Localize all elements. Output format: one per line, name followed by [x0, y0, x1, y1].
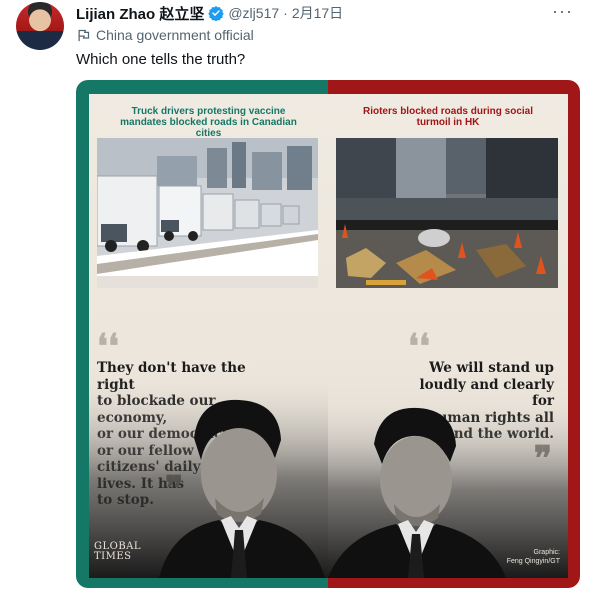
tweet-text: Which one tells the truth? [76, 51, 246, 68]
truck-convoy-photo [97, 138, 318, 288]
graphic-credit: Graphic: Feng Qingyin/GT [507, 548, 560, 566]
credit-line-1: Graphic: [533, 549, 560, 556]
left-open-quote-icon: ❛❛ [97, 327, 119, 367]
author-name[interactable]: Lijian Zhao 赵立坚 [76, 3, 204, 24]
left-panel-content: Truck drivers protesting vaccine mandate… [89, 94, 328, 578]
global-times-logo: GLOBAL TIMES [94, 541, 142, 562]
avatar[interactable] [16, 2, 64, 50]
author-handle[interactable]: @zlj517 [228, 5, 279, 21]
credit-line-2: Feng Qingyin/GT [506, 558, 560, 565]
account-label-text: China government official [96, 27, 254, 43]
tweet-media-image[interactable]: Truck drivers protesting vaccine mandate… [76, 80, 580, 588]
verified-badge-icon [208, 6, 225, 21]
more-options-icon[interactable]: ··· [552, 1, 573, 22]
right-caption: Rioters blocked roads during social turm… [362, 106, 534, 128]
right-quote-line: We will stand up [429, 360, 554, 376]
separator-dot: · [283, 5, 288, 21]
hk-street-photo [336, 138, 558, 288]
government-label[interactable]: China government official [76, 26, 254, 44]
tweet-header: Lijian Zhao 赵立坚 @zlj517 · 2月17日 ··· [76, 1, 573, 24]
left-caption: Truck drivers protesting vaccine mandate… [120, 106, 297, 139]
flag-icon [78, 29, 90, 41]
right-open-quote-icon: ❛❛ [408, 327, 430, 367]
left-panel: Truck drivers protesting vaccine mandate… [76, 80, 328, 588]
right-panel-content: Rioters blocked roads during social turm… [328, 94, 568, 578]
right-panel: Rioters blocked roads during social turm… [328, 80, 580, 588]
tweet-date[interactable]: 2月17日 [292, 3, 343, 23]
